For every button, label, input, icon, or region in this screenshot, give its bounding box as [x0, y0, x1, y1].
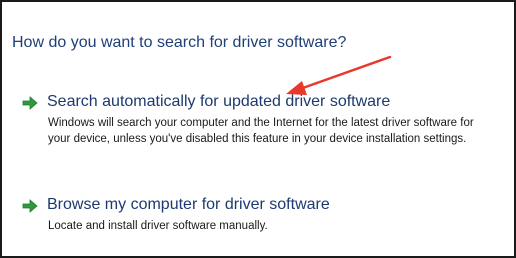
driver-update-dialog: How do you want to search for driver sof…: [0, 0, 516, 258]
browse-computer-description: Locate and install driver software manua…: [48, 220, 268, 232]
green-arrow-icon: [22, 96, 38, 110]
green-arrow-icon: [22, 199, 38, 213]
search-automatically-title[interactable]: Search automatically for updated driver …: [47, 93, 390, 111]
dialog-heading: How do you want to search for driver sof…: [12, 34, 347, 51]
search-automatically-description: Windows will search your computer and th…: [48, 117, 474, 145]
browse-computer-title[interactable]: Browse my computer for driver software: [47, 196, 330, 214]
